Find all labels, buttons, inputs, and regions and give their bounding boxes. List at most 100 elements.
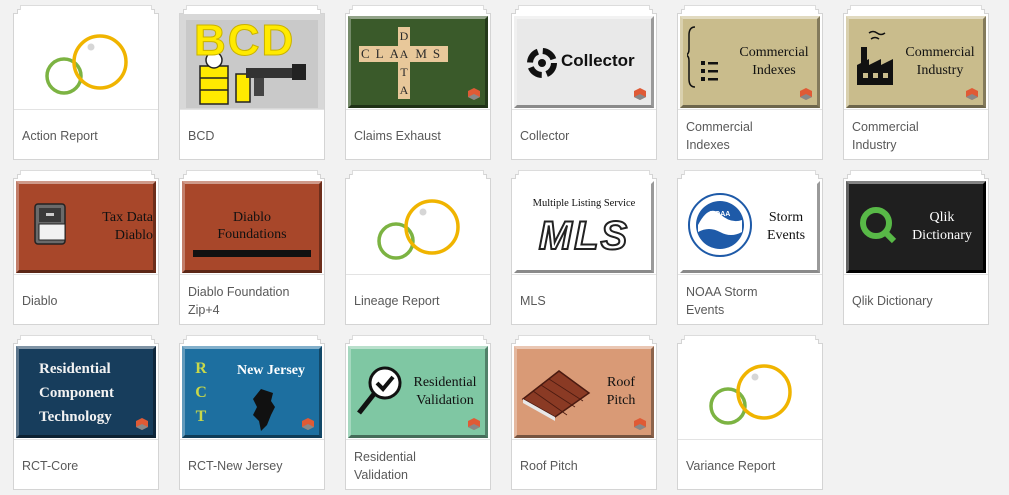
app-thumbnail-claims: CLAIMS DATA	[346, 14, 490, 110]
app-card-variance-report[interactable]: Variance Report	[677, 335, 823, 490]
app-title: Lineage Report	[354, 293, 440, 308]
app-card-commercial-industry[interactable]: Commercial Industry Commercial Industry	[843, 5, 989, 160]
app-thumbnail-mls: Multiple Listing Service MLS	[512, 179, 656, 275]
qlik-logo-icon	[860, 207, 897, 244]
app-thumbnail-roof-pitch: Roof Pitch	[512, 344, 656, 440]
qlik-badge-icon	[136, 418, 148, 430]
app-thumbnail-residential-validation: Residential Validation	[346, 344, 490, 440]
app-card-noaa-storm-events[interactable]: NOAA Storm Events NOAA Storm Events	[677, 170, 823, 325]
noaa-tile-text-2: Events	[766, 228, 806, 243]
factory-icon	[857, 30, 893, 85]
collector-logo-text: Collector	[561, 51, 635, 70]
qlik-badge-icon	[468, 418, 480, 430]
commercial-indexes-tile: Commercial Indexes	[680, 16, 820, 108]
roof-pitch-tile: Roof Pitch	[514, 346, 654, 438]
app-title: Collector	[520, 128, 570, 143]
rct-text-3: Technology	[39, 409, 112, 425]
app-card-claims-exhaust[interactable]: CLAIMS DATA Claims Exhaust	[345, 5, 491, 160]
app-card-diablo[interactable]: Tax Data Diablo Diablo	[13, 170, 159, 325]
app-thumbnail-default	[14, 14, 158, 110]
app-card-bcd[interactable]: BCD BCD	[179, 5, 325, 160]
app-card-residential-validation[interactable]: Residential Validation Residential Valid…	[345, 335, 491, 490]
app-card-rct-new-jersey[interactable]: RCT New Jersey RCT-New Jersey	[179, 335, 325, 490]
noaa-logo-text: NOAA	[710, 211, 731, 218]
diablo-foundation-text-1: Diablo	[232, 210, 272, 225]
default-app-icon	[45, 34, 128, 95]
app-title: Qlik Dictionary	[852, 293, 933, 308]
recycle-arrows-icon	[527, 48, 557, 78]
app-card-commercial-indexes[interactable]: Commercial Indexes Commercial Indexes	[677, 5, 823, 160]
default-app-icon	[709, 364, 792, 425]
app-title: Action Report	[22, 128, 98, 143]
app-card-mls[interactable]: Multiple Listing Service MLS MLS	[511, 170, 657, 325]
rct-nj-tile: RCT New Jersey	[182, 346, 322, 438]
app-thumbnail-qlik-dictionary: Qlik Dictionary	[844, 179, 988, 275]
app-thumbnail-default	[678, 344, 822, 440]
app-title: Diablo Foundation Zip+4	[188, 284, 290, 317]
file-cabinet-icon	[34, 203, 66, 245]
commercial-tile-text-1: Commercial	[739, 45, 809, 60]
qlik-badge-icon	[302, 418, 314, 430]
qlik-tile-text-2: Dictionary	[912, 228, 972, 243]
roof-pitch-text-2: Pitch	[606, 393, 636, 408]
app-title: Claims Exhaust	[354, 128, 441, 143]
app-card-rct-core[interactable]: Residential Component Technology RCT-Cor…	[13, 335, 159, 490]
app-thumbnail-rct-new-jersey: RCT New Jersey	[180, 344, 324, 440]
app-thumbnail-commercial-indexes: Commercial Indexes	[678, 14, 822, 110]
new-jersey-map-icon	[253, 389, 275, 431]
app-title: Commercial Indexes	[686, 119, 753, 152]
app-thumbnail-diablo-foundation: Diablo Foundations	[180, 179, 324, 275]
qlik-tile-text-1: Qlik	[929, 210, 955, 225]
roof-pitch-text-1: Roof	[607, 375, 635, 390]
app-thumbnail-commercial-industry: Commercial Industry	[844, 14, 988, 110]
app-title: Roof Pitch	[520, 458, 578, 473]
app-title: MLS	[520, 293, 546, 308]
commercial-industry-tile: Commercial Industry	[846, 16, 986, 108]
noaa-tile: NOAA Storm Events	[680, 181, 820, 273]
app-title: BCD	[188, 128, 215, 143]
commercial-tile-text-2: Industry	[916, 63, 964, 78]
diablo-tile-text-1: Tax Data	[102, 210, 153, 225]
app-card-collector[interactable]: Collector Collector	[511, 5, 657, 160]
app-title: RCT-New Jersey	[188, 458, 283, 473]
default-app-icon	[377, 199, 460, 260]
mls-subtitle-text: Multiple Listing Service	[532, 198, 636, 209]
app-card-diablo-foundation[interactable]: Diablo Foundations Diablo Foundation Zip…	[179, 170, 325, 325]
qlik-badge-icon	[800, 88, 812, 100]
magnifier-check-icon	[357, 366, 402, 415]
foundation-bar	[193, 250, 311, 257]
rct-text-2: Component	[39, 385, 115, 401]
index-list-icon	[687, 26, 718, 88]
commercial-tile-text-2: Indexes	[752, 63, 796, 78]
app-thumbnail-collector: Collector	[512, 14, 656, 110]
app-thumbnail-bcd: BCD	[180, 14, 324, 110]
qlik-badge-icon	[634, 88, 646, 100]
noaa-tile-text-1: Storm	[768, 210, 804, 225]
bcd-logo-text: BCD	[193, 16, 296, 66]
residential-validation-text-2: Validation	[416, 393, 474, 408]
rct-vertical-letters: RCT	[195, 360, 207, 425]
app-card-action-report[interactable]: Action Report	[13, 5, 159, 160]
mls-tile: Multiple Listing Service MLS	[514, 181, 654, 273]
app-card-qlik-dictionary[interactable]: Qlik Dictionary Qlik Dictionary	[843, 170, 989, 325]
qlik-badge-icon	[634, 418, 646, 430]
app-title: Residential Validation	[354, 449, 416, 482]
diablo-tile: Tax Data Diablo	[16, 181, 156, 273]
app-thumbnail-rct-core: Residential Component Technology	[14, 344, 158, 440]
noaa-logo-icon: NOAA	[688, 193, 752, 257]
mls-logo-text: MLS	[538, 213, 630, 259]
new-jersey-text: New Jersey	[236, 363, 306, 378]
qlik-badge-icon	[468, 88, 480, 100]
rct-core-tile: Residential Component Technology	[16, 346, 156, 438]
app-card-lineage-report[interactable]: Lineage Report	[345, 170, 491, 325]
app-thumbnail-default	[346, 179, 490, 275]
app-card-roof-pitch[interactable]: Roof Pitch Roof Pitch	[511, 335, 657, 490]
app-title: NOAA Storm Events	[686, 284, 758, 317]
app-thumbnail-diablo: Tax Data Diablo	[14, 179, 158, 275]
data-scrabble-text: DATA	[398, 27, 410, 99]
diablo-foundation-text-2: Foundations	[217, 227, 287, 242]
app-thumbnail-noaa: NOAA Storm Events	[678, 179, 822, 275]
rct-text-1: Residential	[39, 361, 111, 377]
app-title: RCT-Core	[22, 458, 79, 473]
claims-tile: CLAIMS DATA	[348, 16, 488, 108]
